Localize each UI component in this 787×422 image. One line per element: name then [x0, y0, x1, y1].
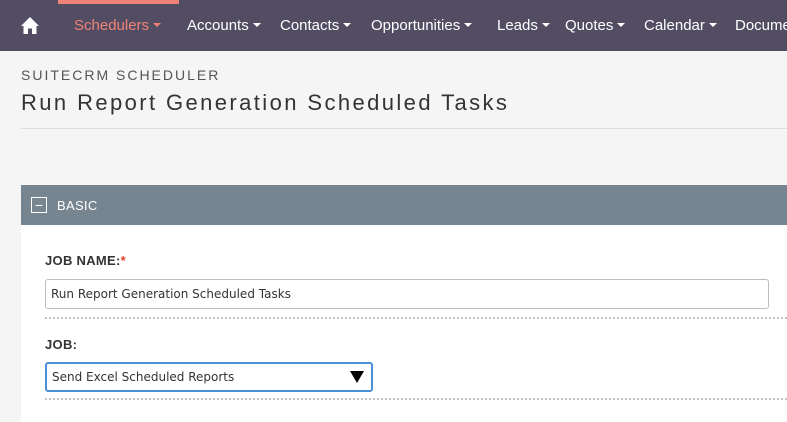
nav-item-label: Calendar	[644, 17, 705, 34]
panel-body: JOB NAME:* JOB: Send Excel Scheduled Rep…	[21, 225, 787, 422]
nav-item-label: Documents	[735, 17, 787, 34]
job-name-label-text: JOB NAME:	[45, 253, 121, 268]
triangle-down-icon	[350, 371, 364, 383]
nav-item-opportunities[interactable]: Opportunities	[371, 0, 473, 51]
nav-item-leads[interactable]: Leads	[497, 0, 550, 51]
nav-item-label: Contacts	[280, 17, 340, 34]
collapse-minus-icon[interactable]: −	[31, 197, 47, 213]
page-title: Run Report Generation Scheduled Tasks	[21, 90, 510, 115]
caret-down-icon	[153, 23, 162, 27]
panel-header-basic[interactable]: − BASIC	[21, 185, 787, 225]
home-button[interactable]	[0, 0, 60, 51]
module-label: SUITECRM SCHEDULER	[21, 67, 221, 83]
nav-item-label: Quotes	[565, 17, 614, 34]
required-indicator: *	[120, 253, 127, 268]
panel-title: BASIC	[57, 197, 98, 213]
nav-item-contacts[interactable]: Contacts	[280, 0, 352, 51]
field-divider	[45, 317, 787, 319]
caret-down-icon	[464, 23, 473, 27]
field-divider	[45, 398, 787, 400]
nav-item-accounts[interactable]: Accounts	[187, 0, 261, 51]
job-label: JOB:	[45, 337, 78, 352]
caret-down-icon	[708, 23, 717, 27]
top-navigation: Schedulers Accounts Contacts Opportuniti…	[0, 0, 787, 51]
caret-down-icon	[541, 23, 550, 27]
header-divider	[21, 128, 787, 129]
nav-item-schedulers[interactable]: Schedulers	[74, 0, 162, 51]
job-select[interactable]: Send Excel Scheduled Reports	[45, 362, 373, 392]
nav-item-label: Leads	[497, 17, 538, 34]
nav-item-quotes[interactable]: Quotes	[565, 0, 626, 51]
caret-down-icon	[617, 23, 626, 27]
nav-item-label: Accounts	[187, 17, 249, 34]
job-name-label: JOB NAME:*	[45, 253, 126, 268]
job-name-input[interactable]	[45, 279, 769, 309]
nav-item-label: Schedulers	[74, 17, 150, 34]
caret-down-icon	[252, 23, 261, 27]
nav-item-label: Opportunities	[371, 17, 461, 34]
nav-item-documents[interactable]: Documents	[735, 0, 787, 51]
caret-down-icon	[343, 23, 352, 27]
nav-item-calendar[interactable]: Calendar	[644, 0, 717, 51]
job-select-value: Send Excel Scheduled Reports	[52, 370, 235, 384]
home-icon	[21, 17, 39, 34]
